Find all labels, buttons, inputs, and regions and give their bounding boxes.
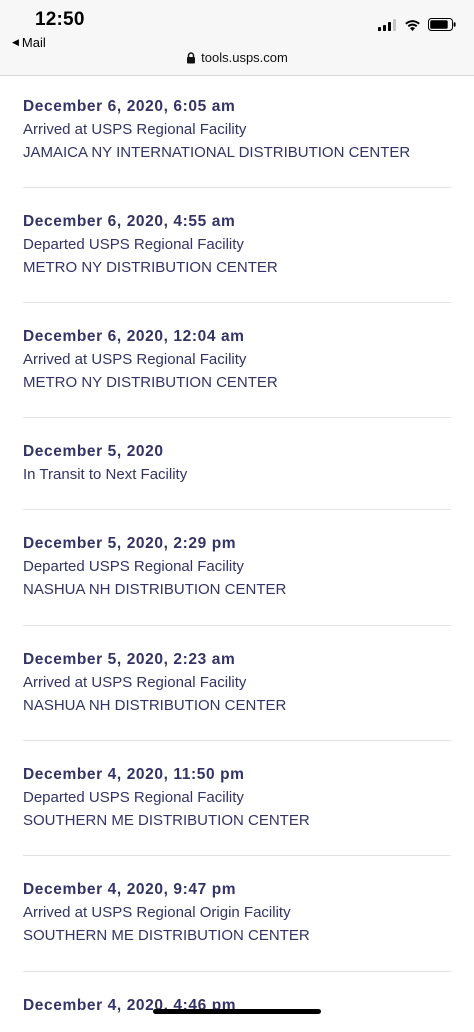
address-bar[interactable]: tools.usps.com xyxy=(0,50,474,65)
event-status: Arrived at USPS Regional Origin Facility xyxy=(23,904,291,921)
status-icons xyxy=(378,18,456,31)
event-location: SOUTHERN ME DISTRIBUTION CENTER xyxy=(23,812,310,829)
event-status: Arrived at USPS Regional Facility xyxy=(23,121,247,138)
battery-icon xyxy=(428,18,456,31)
event-datetime: December 6, 2020, 4:55 am xyxy=(23,213,236,230)
event-datetime: December 5, 2020, 2:29 pm xyxy=(23,535,237,552)
event-location: NASHUA NH DISTRIBUTION CENTER xyxy=(23,581,287,598)
back-app-label: Mail xyxy=(21,35,46,50)
tracking-history-list: December 6, 2020, 6:05 am Arrived at USP… xyxy=(23,76,451,1032)
event-status: Arrived at USPS Regional Facility xyxy=(23,351,247,368)
tracking-event: December 5, 2020 In Transit to Next Faci… xyxy=(23,418,451,510)
tracking-event: December 4, 2020, 9:47 pm Arrived at USP… xyxy=(23,856,451,972)
event-status: Arrived at USPS Regional Facility xyxy=(23,674,247,691)
tracking-event: December 4, 2020, 4:46 pm xyxy=(23,972,451,1032)
tracking-event: December 5, 2020, 2:23 am Arrived at USP… xyxy=(23,626,451,741)
home-indicator[interactable] xyxy=(153,1009,321,1014)
browser-status-bar: 12:50 ◀ Mail tools.usps.com xyxy=(0,0,474,76)
tracking-event: December 5, 2020, 2:29 pm Departed USPS … xyxy=(23,510,451,626)
event-location: METRO NY DISTRIBUTION CENTER xyxy=(23,374,278,391)
event-datetime: December 6, 2020, 12:04 am xyxy=(23,328,245,345)
event-status: Departed USPS Regional Facility xyxy=(23,558,244,575)
tracking-event: December 6, 2020, 6:05 am Arrived at USP… xyxy=(23,76,451,188)
event-status: In Transit to Next Facility xyxy=(23,466,188,483)
event-datetime: December 5, 2020, 2:23 am xyxy=(23,651,236,668)
url-text: tools.usps.com xyxy=(201,50,288,65)
cellular-signal-icon xyxy=(378,18,396,31)
event-location: NASHUA NH DISTRIBUTION CENTER xyxy=(23,697,287,714)
wifi-icon xyxy=(405,19,420,31)
tracking-event: December 4, 2020, 11:50 pm Departed USPS… xyxy=(23,741,451,856)
back-triangle-icon: ◀ xyxy=(12,37,19,47)
event-datetime: December 4, 2020, 9:47 pm xyxy=(23,881,237,898)
event-location: JAMAICA NY INTERNATIONAL DISTRIBUTION CE… xyxy=(23,144,411,161)
event-status: Departed USPS Regional Facility xyxy=(23,236,244,253)
tracking-event: December 6, 2020, 4:55 am Departed USPS … xyxy=(23,188,451,303)
event-location: SOUTHERN ME DISTRIBUTION CENTER xyxy=(23,927,310,944)
event-datetime: December 4, 2020, 11:50 pm xyxy=(23,766,245,783)
back-to-mail-button[interactable]: ◀ Mail xyxy=(12,35,46,50)
clock-time: 12:50 xyxy=(35,9,85,30)
lock-icon xyxy=(187,51,196,63)
event-location: METRO NY DISTRIBUTION CENTER xyxy=(23,259,278,276)
tracking-event: December 6, 2020, 12:04 am Arrived at US… xyxy=(23,303,451,418)
event-datetime: December 5, 2020 xyxy=(23,443,164,460)
event-datetime: December 6, 2020, 6:05 am xyxy=(23,98,236,115)
event-status: Departed USPS Regional Facility xyxy=(23,789,244,806)
